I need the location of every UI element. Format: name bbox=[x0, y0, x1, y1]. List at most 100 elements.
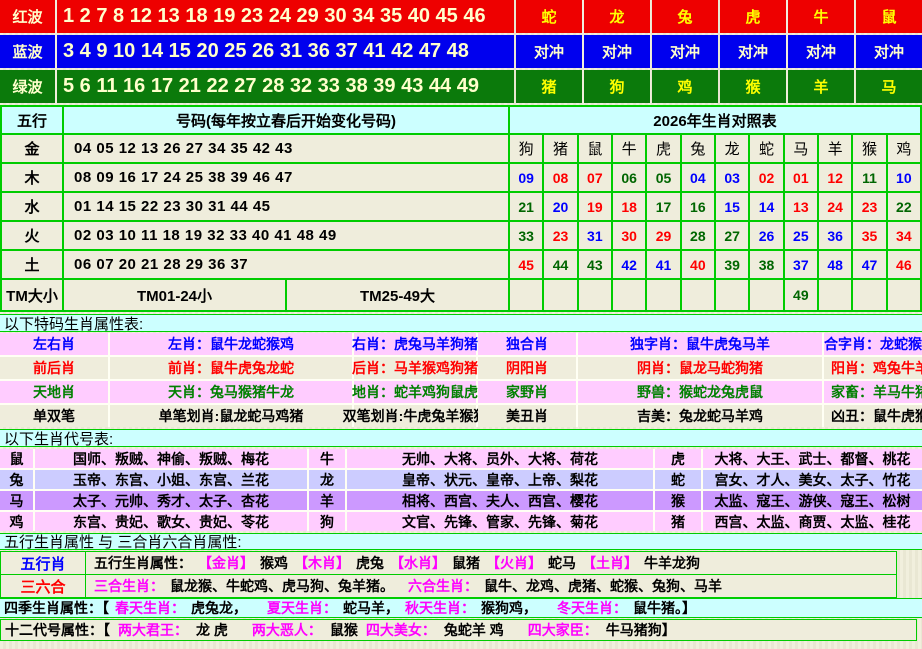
wuxing-key: 【土肖】 bbox=[582, 553, 638, 573]
section-title-harmony: 五行生肖属性 与 三合肖六合肖属性: bbox=[0, 533, 922, 550]
twelve-value: 龙 虎 bbox=[196, 620, 228, 640]
red-wave-zodiac-cell: 蛇 bbox=[516, 0, 582, 33]
attr-value: 地肖：蛇羊鸡狗鼠虎 bbox=[354, 381, 476, 403]
element-numbers-water: 01 14 15 22 23 30 31 44 45 bbox=[64, 193, 508, 220]
red-wave-zodiac-cell: 虎 bbox=[720, 0, 786, 33]
zodiac-number-cell: 31 bbox=[579, 222, 611, 249]
code-zodiac-label: 兔 bbox=[0, 470, 33, 489]
code-zodiac-label: 羊 bbox=[309, 491, 345, 510]
zodiac-header-cell: 羊 bbox=[819, 135, 851, 162]
zodiac-header-cell: 龙 bbox=[716, 135, 748, 162]
wuxing-value: 虎兔 bbox=[356, 553, 384, 573]
zodiac-number-cell: 29 bbox=[647, 222, 679, 249]
zodiac-number-cell: 03 bbox=[716, 164, 748, 191]
section-title-codenames: 以下生肖代号表: bbox=[0, 429, 922, 447]
code-values: 无帅、大将、员外、大将、荷花 bbox=[347, 449, 653, 468]
red-wave-numbers: 1 2 7 8 12 13 18 19 23 24 29 30 34 35 40… bbox=[57, 0, 514, 33]
green-wave-label: 绿波 bbox=[0, 70, 55, 103]
twelve-value: 鼠猴 bbox=[330, 620, 358, 640]
zodiac-number-cell: 43 bbox=[579, 251, 611, 278]
season-key: 春天生肖： bbox=[115, 598, 185, 618]
code-zodiac-label: 马 bbox=[0, 491, 33, 510]
zodiac-header-cell: 虎 bbox=[647, 135, 679, 162]
red-wave-label: 红波 bbox=[0, 0, 55, 33]
code-values: 大将、大王、武士、都督、桃花 bbox=[703, 449, 922, 468]
attr-value: 吉美：兔龙蛇马羊鸡 bbox=[578, 405, 822, 427]
blue-wave-numbers: 3 4 9 10 14 15 20 25 26 31 36 37 41 42 4… bbox=[57, 35, 514, 68]
attr-value: 双笔划肖:牛虎兔羊猴狗 bbox=[354, 405, 476, 427]
twelve-key: 两大君王： bbox=[118, 620, 188, 640]
zodiac-number-cell: 38 bbox=[750, 251, 782, 278]
clash-cell: 对冲 bbox=[788, 35, 854, 68]
zodiac-number-cell: 23 bbox=[853, 193, 885, 220]
zodiac-number-cell: 24 bbox=[819, 193, 851, 220]
zodiac-reference-page: 红波 1 2 7 8 12 13 18 19 23 24 29 30 34 35… bbox=[0, 0, 922, 649]
code-zodiac-label: 猴 bbox=[655, 491, 701, 510]
twelve-key: 两大恶人： bbox=[252, 620, 322, 640]
zodiac-number-cell: 28 bbox=[682, 222, 714, 249]
code-zodiac-label: 虎 bbox=[655, 449, 701, 468]
five-elements-zodiac-table: 五行 号码(每年按立春后开始变化号码) 2026年生肖对照表 金 04 05 1… bbox=[0, 105, 922, 312]
liuhe-value: 鼠牛、龙鸡、虎猪、蛇猴、兔狗、马羊 bbox=[484, 576, 722, 596]
season-key: 秋天生肖： bbox=[405, 598, 475, 618]
wuxing-value: 牛羊龙狗 bbox=[644, 553, 700, 573]
element-label-wood: 木 bbox=[2, 164, 62, 191]
zodiac-number-cell: 40 bbox=[682, 251, 714, 278]
section-title-attributes: 以下特码生肖属性表: bbox=[0, 314, 922, 332]
twelve-codenames-row: 十二代号属性：【 两大君王：龙 虎 两大恶人：鼠猴 四大美女：兔蛇羊 鸡 四大家… bbox=[0, 619, 917, 641]
attr-value: 阴肖：鼠龙马蛇狗猪 bbox=[578, 357, 822, 379]
zodiac-number-cell bbox=[750, 280, 782, 310]
twelve-value: 牛马猪狗】 bbox=[606, 620, 676, 640]
zodiac-number-cell: 41 bbox=[647, 251, 679, 278]
zodiac-number-cell: 25 bbox=[785, 222, 817, 249]
code-values: 玉帝、东宫、小姐、东宫、兰花 bbox=[35, 470, 307, 489]
season-key: 夏天生肖： bbox=[267, 598, 337, 618]
zodiac-number-cell: 19 bbox=[579, 193, 611, 220]
code-zodiac-label: 龙 bbox=[309, 470, 345, 489]
zodiac-number-cell: 15 bbox=[716, 193, 748, 220]
green-wave-zodiac-cell: 猴 bbox=[720, 70, 786, 103]
zodiac-number-cell: 17 bbox=[647, 193, 679, 220]
wuxing-value: 蛇马 bbox=[548, 553, 576, 573]
zodiac-number-cell: 27 bbox=[716, 222, 748, 249]
zodiac-number-cell: 34 bbox=[888, 222, 920, 249]
code-values: 文官、先锋、管家、先锋、菊花 bbox=[347, 512, 653, 531]
code-zodiac-label: 牛 bbox=[309, 449, 345, 468]
element-numbers-gold: 04 05 12 13 26 27 34 35 42 43 bbox=[64, 135, 508, 162]
red-wave-zodiac-cell: 鼠 bbox=[856, 0, 922, 33]
attr-label: 独合肖 bbox=[478, 333, 576, 355]
attr-label: 前后肖 bbox=[0, 357, 108, 379]
element-label-earth: 土 bbox=[2, 251, 62, 278]
season-key: 冬天生肖： bbox=[557, 598, 627, 618]
seasons-title: 四季生肖属性：【 bbox=[4, 598, 109, 618]
zodiac-number-cell: 13 bbox=[785, 193, 817, 220]
attr-value: 后肖：马羊猴鸡狗猪 bbox=[354, 357, 476, 379]
code-zodiac-label: 鸡 bbox=[0, 512, 33, 531]
season-value: 鼠牛猪。】 bbox=[633, 598, 696, 618]
zodiac-number-cell: 48 bbox=[819, 251, 851, 278]
code-values: 宫女、才人、美女、太子、竹花 bbox=[703, 470, 922, 489]
zodiac-number-cell bbox=[853, 280, 885, 310]
attr-label: 左右肖 bbox=[0, 333, 108, 355]
attr-value: 天肖：兔马猴猪牛龙 bbox=[110, 381, 352, 403]
red-wave-row: 红波 1 2 7 8 12 13 18 19 23 24 29 30 34 35… bbox=[0, 0, 922, 33]
zodiac-number-cell: 11 bbox=[853, 164, 885, 191]
zodiac-number-cell bbox=[819, 280, 851, 310]
zodiac-number-cell: 16 bbox=[682, 193, 714, 220]
zodiac-number-cell: 45 bbox=[510, 251, 542, 278]
zodiac-number-cell bbox=[647, 280, 679, 310]
code-zodiac-label: 蛇 bbox=[655, 470, 701, 489]
attr-value: 左肖：鼠牛龙蛇猴鸡 bbox=[110, 333, 352, 355]
twelve-value: 兔蛇羊 鸡 bbox=[444, 620, 504, 640]
zodiac-number-cell: 46 bbox=[888, 251, 920, 278]
element-numbers-wood: 08 09 16 17 24 25 38 39 46 47 bbox=[64, 164, 508, 191]
zodiac-header-cell: 猪 bbox=[544, 135, 576, 162]
code-values: 国师、叛贼、神偷、叛贼、梅花 bbox=[35, 449, 307, 468]
season-value: 蛇马羊， bbox=[343, 598, 399, 618]
liuhe-key: 六合生肖： bbox=[408, 576, 478, 596]
header-2026-zodiac: 2026年生肖对照表 bbox=[510, 107, 920, 133]
tm-big-cell: TM25-49大 bbox=[287, 280, 508, 310]
zodiac-header-cell: 牛 bbox=[613, 135, 645, 162]
zodiac-number-cell bbox=[544, 280, 576, 310]
code-zodiac-label: 鼠 bbox=[0, 449, 33, 468]
